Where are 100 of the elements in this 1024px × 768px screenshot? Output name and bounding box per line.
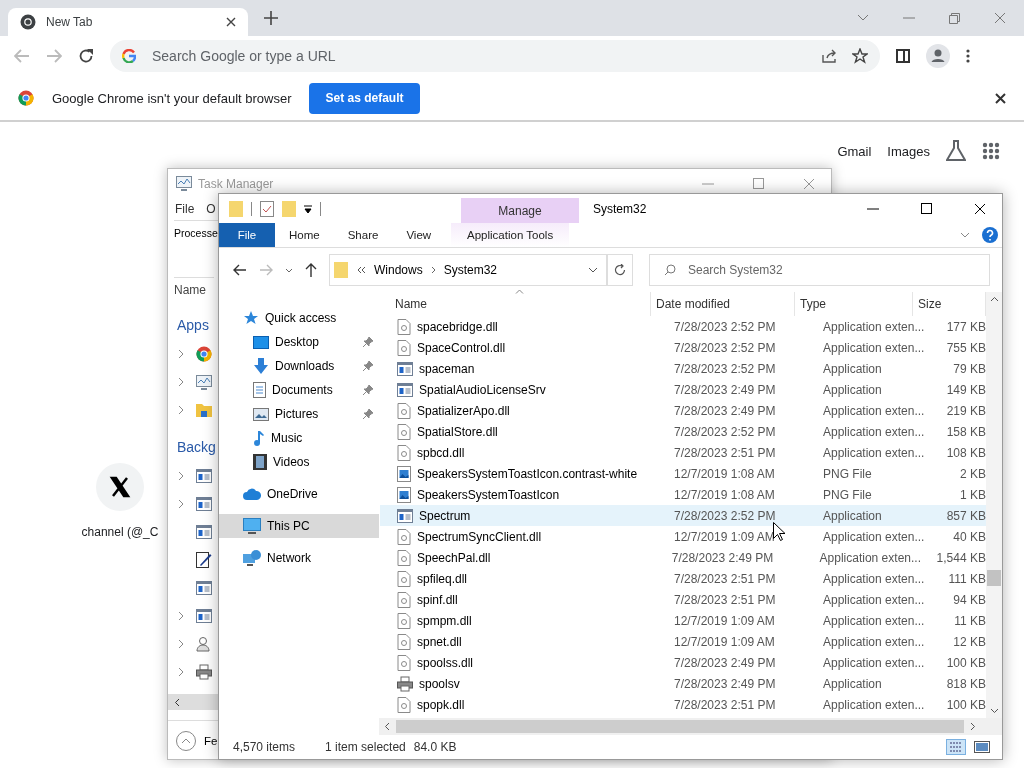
search-field[interactable]: Search System32: [649, 254, 990, 286]
file-row[interactable]: spinf.dll 7/28/2023 2:51 PM Application exten... 94 KB: [380, 589, 986, 610]
file-row[interactable]: SpeakersSystemToastIcon 12/7/2019 1:08 AM PNG File 1 KB: [380, 484, 986, 505]
close-icon[interactable]: [995, 92, 1006, 104]
set-default-button[interactable]: Set as default: [309, 82, 420, 114]
file-row[interactable]: SpeakersSystemToastIcon.contrast-white 12/7/2019 1:08 AM PNG File 2 KB: [380, 463, 986, 484]
user-icon: [196, 636, 212, 652]
nav-item[interactable]: Downloads: [219, 354, 379, 378]
scrollbar-thumb[interactable]: [987, 570, 1001, 586]
column-header[interactable]: Name: [379, 292, 651, 316]
scroll-left-icon[interactable]: [174, 697, 180, 707]
nav-item[interactable]: Music: [219, 426, 379, 450]
file-row[interactable]: spnet.dll 12/7/2019 1:09 AM Application exten... 12 KB: [380, 631, 986, 652]
column-header[interactable]: Date modified: [651, 292, 795, 316]
browser-tab[interactable]: New Tab: [8, 8, 248, 36]
close-icon[interactable]: [974, 202, 986, 215]
expand-chevron-icon[interactable]: [178, 639, 184, 649]
breadcrumb-chevron-icon[interactable]: [430, 266, 436, 274]
scroll-down-icon[interactable]: [989, 708, 999, 714]
share-icon[interactable]: [822, 49, 838, 63]
back-icon[interactable]: [233, 264, 247, 276]
file-row[interactable]: spmpm.dll 12/7/2019 1:09 AM Application exten... 11 KB: [380, 610, 986, 631]
file-row[interactable]: SpaceControl.dll 7/28/2023 2:52 PM Application exten... 755 KB: [380, 337, 986, 358]
file-row[interactable]: SpeechPal.dll 7/28/2023 2:49 PM Application exten... 1,544 KB: [380, 547, 986, 568]
scrollbar-thumb[interactable]: [396, 720, 964, 733]
side-panel-icon[interactable]: [896, 49, 910, 63]
file-row[interactable]: spoolsv 7/28/2023 2:49 PM Application 818 KB: [380, 673, 986, 694]
chevron-down-icon[interactable]: [857, 14, 869, 22]
close-icon[interactable]: [226, 17, 236, 27]
nav-item[interactable]: This PC: [219, 514, 379, 538]
expand-chevron-icon[interactable]: [178, 377, 184, 387]
header-link[interactable]: Gmail: [837, 143, 872, 159]
customize-caret-icon[interactable]: [304, 204, 312, 213]
file-row[interactable]: spfileq.dll 7/28/2023 2:51 PM Application exten... 111 KB: [380, 568, 986, 589]
file-row[interactable]: spacebridge.dll 7/28/2023 2:52 PM Application exten... 177 KB: [380, 316, 986, 337]
address-bar[interactable]: Search Google or type a URL: [110, 40, 880, 72]
nav-item[interactable]: Pictures: [219, 402, 379, 426]
expand-chevron-icon[interactable]: [178, 405, 184, 415]
recent-caret-icon[interactable]: [285, 267, 293, 273]
file-row[interactable]: SpatializerApo.dll 7/28/2023 2:49 PM Application exten... 219 KB: [380, 400, 986, 421]
up-arrow-icon[interactable]: [305, 263, 317, 277]
size-text: 79 KB: [953, 361, 986, 376]
nav-item[interactable]: OneDrive: [219, 482, 379, 506]
breadcrumb-item[interactable]: Windows: [374, 263, 423, 277]
scroll-up-icon[interactable]: [989, 296, 999, 302]
file-row[interactable]: Spectrum 7/28/2023 2:52 PM Application 857 KB: [380, 505, 986, 526]
collapse-circle-icon[interactable]: [176, 731, 196, 751]
overflow-icon[interactable]: [356, 266, 366, 274]
reload-icon[interactable]: [78, 48, 94, 64]
ribbon-tab[interactable]: File: [219, 223, 275, 247]
address-bar[interactable]: Windows System32: [329, 254, 607, 286]
restore-icon[interactable]: [949, 12, 960, 24]
shortcut-icon[interactable]: [96, 463, 144, 511]
column-header[interactable]: Name: [174, 277, 214, 302]
header-link[interactable]: Images: [887, 143, 930, 159]
thumbnail-view-icon[interactable]: [974, 741, 990, 753]
maximize-icon[interactable]: [921, 203, 932, 214]
shortcut-label[interactable]: channel (@_C: [81, 525, 159, 539]
scroll-right-icon[interactable]: [970, 722, 976, 731]
expand-chevron-icon[interactable]: [178, 667, 184, 677]
nav-item[interactable]: Desktop: [219, 330, 379, 354]
nav-item[interactable]: Network: [219, 546, 379, 570]
expand-chevron-icon[interactable]: [178, 471, 184, 481]
column-header[interactable]: Type: [795, 292, 913, 316]
date-text: 7/28/2023 2:49 PM: [674, 676, 776, 691]
menu-item[interactable]: File: [175, 202, 195, 216]
file-row[interactable]: spoolss.dll 7/28/2023 2:49 PM Application exten... 100 KB: [380, 652, 986, 673]
menu-item[interactable]: O: [206, 202, 216, 216]
new-tab-icon[interactable]: [264, 11, 278, 25]
omnibox-input[interactable]: Search Google or type a URL: [150, 47, 808, 65]
file-row[interactable]: spopk.dll 7/28/2023 2:51 PM Application exten... 100 KB: [380, 694, 986, 715]
ribbon-tab[interactable]: View: [392, 223, 446, 247]
expand-chevron-icon[interactable]: [178, 611, 184, 621]
nav-item[interactable]: Documents: [219, 378, 379, 402]
menu-icon[interactable]: [966, 49, 970, 63]
file-row[interactable]: SpatialAudioLicenseSrv 7/28/2023 2:49 PM Application 149 KB: [380, 379, 986, 400]
apps-grid-icon[interactable]: [982, 142, 1000, 160]
ribbon-tab[interactable]: Share: [333, 223, 393, 247]
fewer-details-link[interactable]: Fe: [204, 735, 218, 747]
properties-icon[interactable]: [260, 200, 274, 217]
nav-item[interactable]: Quick access: [219, 306, 379, 330]
scroll-left-icon[interactable]: [384, 722, 390, 731]
details-view-icon[interactable]: [946, 739, 966, 755]
flask-icon[interactable]: [946, 140, 966, 162]
file-row[interactable]: spbcd.dll 7/28/2023 2:51 PM Application exten... 108 KB: [380, 442, 986, 463]
dropdown-caret-icon[interactable]: [588, 267, 598, 273]
refresh-button[interactable]: [607, 254, 633, 286]
file-row[interactable]: SpatialStore.dll 7/28/2023 2:52 PM Application exten... 158 KB: [380, 421, 986, 442]
expand-chevron-icon[interactable]: [178, 499, 184, 509]
star-icon[interactable]: [852, 48, 868, 64]
search-input[interactable]: Search System32: [686, 262, 989, 278]
expand-ribbon-icon[interactable]: [960, 232, 970, 238]
help-icon[interactable]: [982, 227, 998, 243]
breadcrumb-item[interactable]: System32: [443, 263, 498, 277]
nav-item[interactable]: Videos: [219, 450, 379, 474]
expand-chevron-icon[interactable]: [178, 349, 184, 359]
minimize-icon[interactable]: [867, 207, 879, 210]
ribbon-tab[interactable]: Home: [275, 223, 334, 247]
profile-icon[interactable]: [926, 44, 950, 68]
file-row[interactable]: spaceman 7/28/2023 2:52 PM Application 79 KB: [380, 358, 986, 379]
